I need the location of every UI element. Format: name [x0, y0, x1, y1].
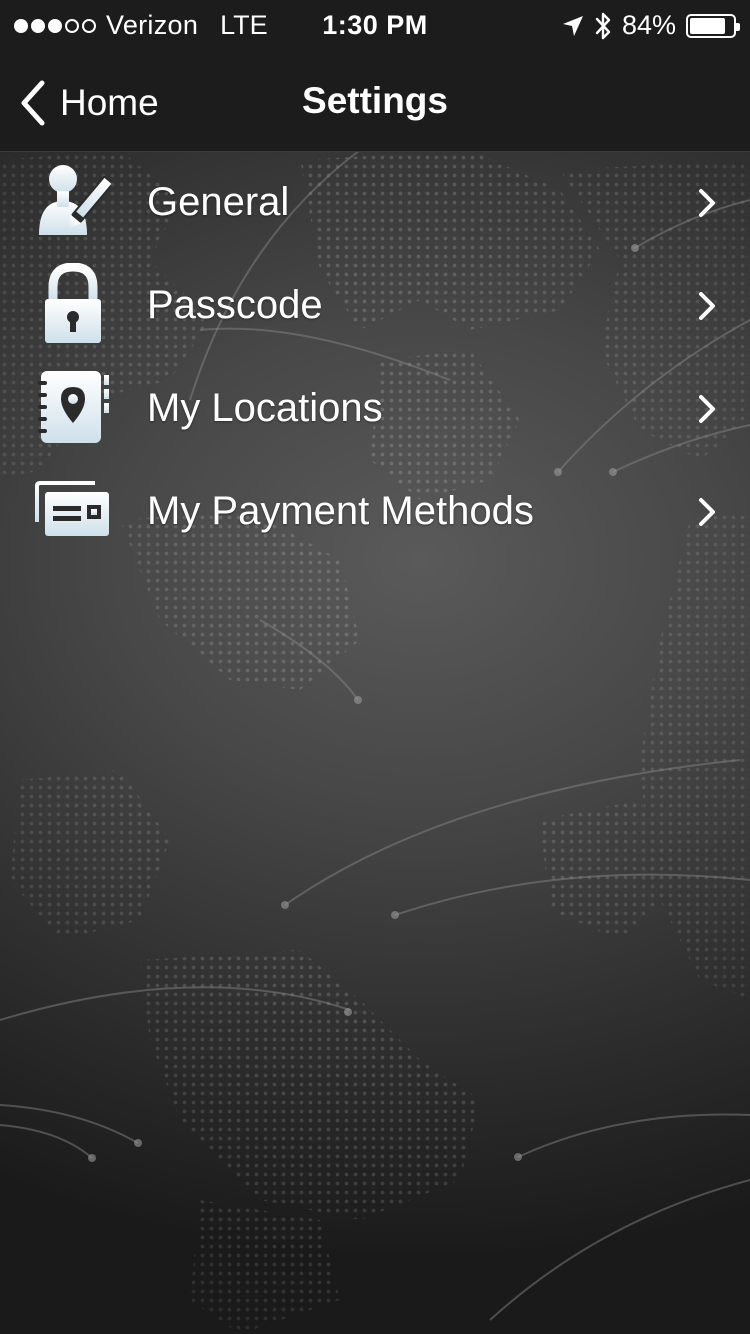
lock-icon — [32, 263, 114, 345]
navigation-bar: Home Settings — [0, 52, 750, 152]
settings-menu: General Passcode My Locations My Payment… — [0, 152, 750, 564]
location-book-icon — [32, 366, 114, 448]
menu-item-my-payment-methods[interactable]: My Payment Methods — [0, 461, 750, 564]
status-bar: Verizon LTE 1:30 PM 84% — [0, 0, 750, 52]
menu-item-passcode[interactable]: Passcode — [0, 255, 750, 358]
chevron-right-icon — [699, 189, 715, 217]
menu-item-label: My Locations — [147, 386, 383, 430]
app-screen: Verizon LTE 1:30 PM 84% Home Settings Ge… — [0, 0, 750, 1334]
chevron-right-icon — [699, 292, 715, 320]
battery-icon — [686, 13, 740, 38]
menu-item-label: Passcode — [147, 283, 323, 327]
battery-tip — [736, 22, 740, 31]
menu-item-label: My Payment Methods — [147, 489, 534, 533]
bluetooth-icon — [595, 12, 611, 39]
menu-item-label: General — [147, 180, 290, 224]
location-arrow-icon — [562, 15, 583, 36]
chevron-right-icon — [699, 395, 715, 423]
battery-fill — [690, 17, 726, 34]
status-bar-right: 84% — [562, 10, 740, 41]
page-title: Settings — [302, 80, 448, 121]
menu-item-my-locations[interactable]: My Locations — [0, 358, 750, 461]
chevron-right-icon — [699, 498, 715, 526]
menu-item-general[interactable]: General — [0, 152, 750, 255]
battery-percent: 84% — [621, 10, 676, 40]
user-edit-icon — [32, 160, 114, 242]
payment-cards-icon — [32, 469, 114, 551]
